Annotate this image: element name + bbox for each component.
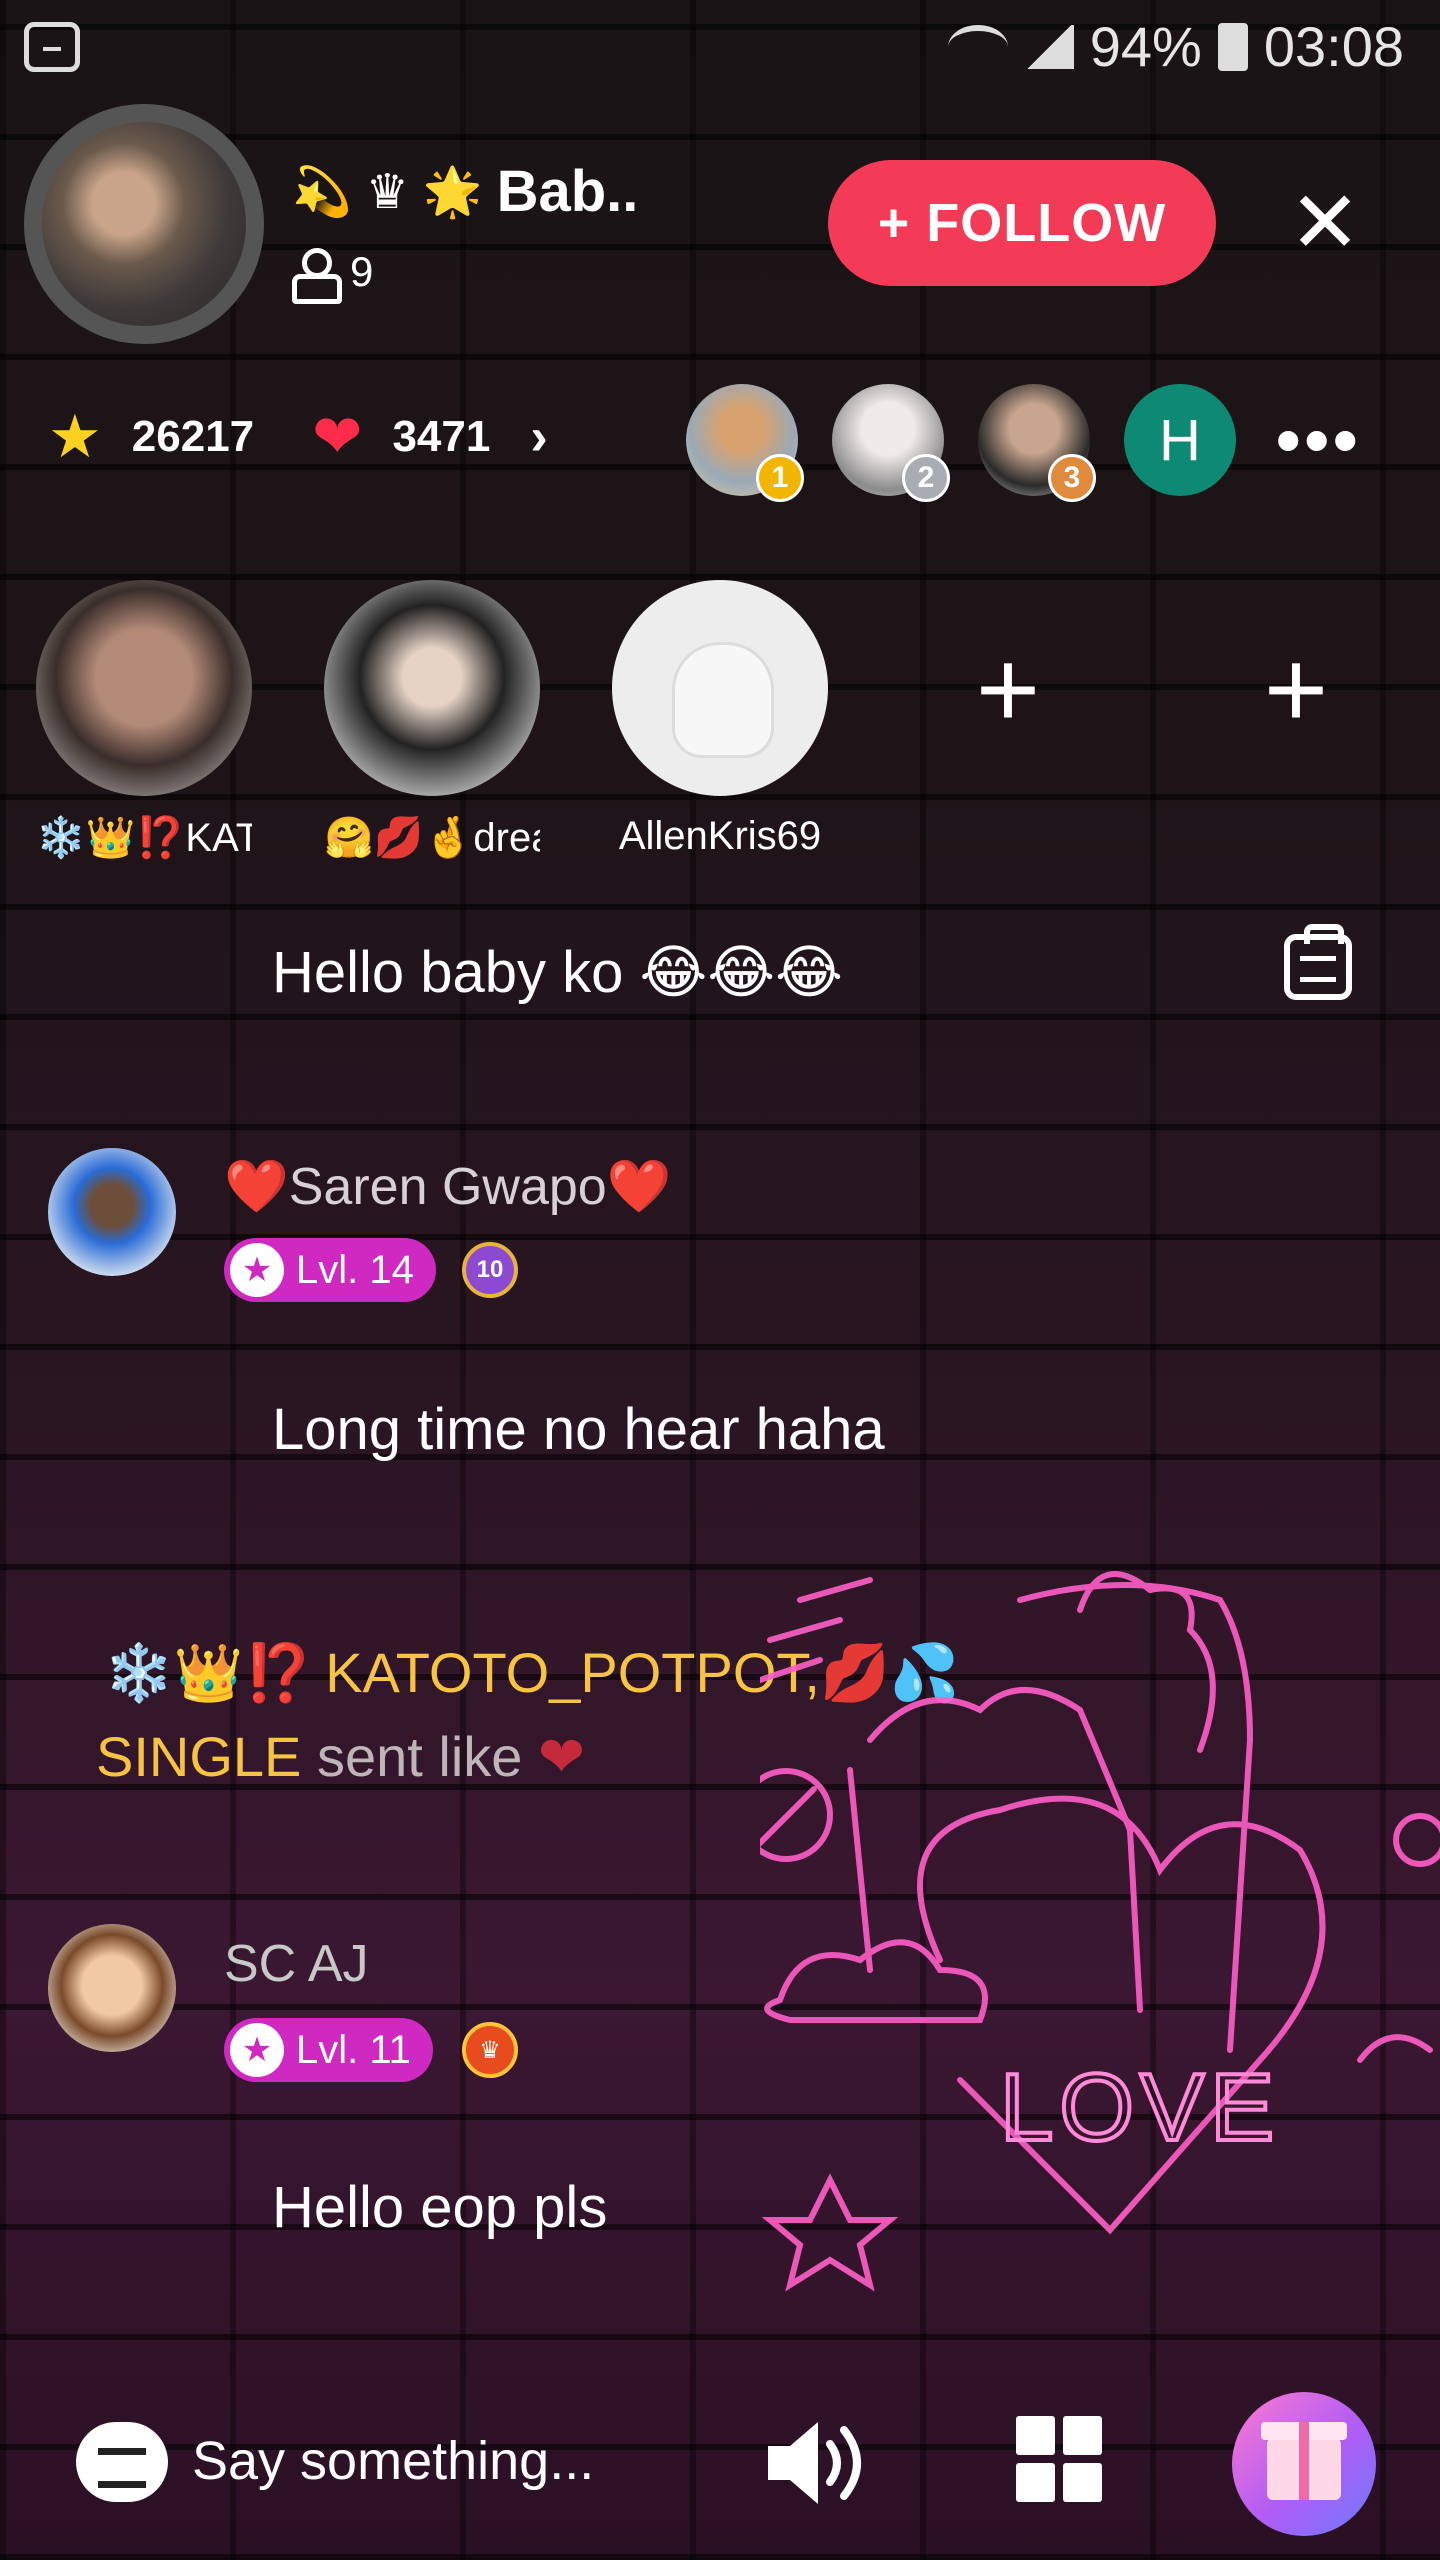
host-avatar[interactable]	[24, 104, 264, 344]
medal-badge-icon: ♛	[462, 2022, 518, 2078]
guest-avatar	[324, 580, 540, 796]
signal-icon	[1023, 24, 1074, 69]
gift-icon	[1261, 2422, 1347, 2500]
medal-badge-icon: 10	[462, 1242, 518, 1298]
host-name-row[interactable]: 💫 ♛ 🌟 Bab..	[292, 158, 638, 225]
chat-user-avatar[interactable]	[48, 1924, 176, 2052]
level-label: Lvl. 11	[296, 2027, 411, 2072]
chat-username[interactable]: SC AJ	[224, 1934, 369, 1994]
rank-badge: 1	[756, 454, 804, 502]
badge-icons: ❄️👑⁉️	[104, 1641, 314, 1704]
top-fan-avatar[interactable]: 2	[832, 384, 950, 502]
app-notification-icon	[24, 22, 80, 72]
star-icon: ★	[48, 403, 102, 470]
clipboard-icon[interactable]	[1284, 924, 1352, 1000]
chat-bubble-icon[interactable]	[76, 2422, 168, 2502]
speaker-icon[interactable]	[764, 2418, 864, 2508]
battery-icon	[1217, 22, 1248, 71]
like-event-user-cont[interactable]: SINGLE	[96, 1725, 301, 1788]
neon-love-text: LOVE	[1000, 2054, 1280, 2161]
like-event-action: sent like	[316, 1725, 523, 1788]
add-seat-plus-icon[interactable]: +	[1246, 635, 1346, 745]
like-event-line-2: SINGLE sent like ❤	[96, 1724, 585, 1790]
host-name: Bab..	[496, 159, 639, 224]
guest-name: AllenKris69	[618, 814, 822, 858]
guest-name: 🤗💋🤞drea...	[324, 816, 540, 860]
grid-menu-icon[interactable]	[1016, 2416, 1102, 2502]
neon-love-bears-decoration: LOVE	[760, 1571, 1440, 2292]
rank-badge: 2	[902, 454, 950, 502]
person-icon	[292, 248, 342, 304]
halo-badge-icon: 💫	[292, 166, 352, 219]
wifi-icon	[947, 24, 1008, 69]
room-stats[interactable]: ★ 26217 ❤ 3471 ›	[48, 402, 548, 472]
top-fan-avatar[interactable]: 3	[978, 384, 1096, 502]
add-seat-plus-icon[interactable]: +	[958, 635, 1058, 745]
guest-seat[interactable]: AllenKris69	[612, 580, 828, 859]
guest-seat[interactable]: ❄️👑⁉️KAT...	[36, 580, 252, 861]
star-badge-icon: 🌟	[422, 166, 483, 219]
status-right: 94% 03:08	[947, 14, 1404, 79]
viewer-count: 9	[292, 248, 374, 304]
level-star-icon: ★	[230, 1243, 284, 1297]
status-bar: 94% 03:08	[0, 0, 1440, 100]
chat-username[interactable]: ❤️Saren Gwapo❤️	[224, 1156, 671, 1217]
top-fans: 1 2 3 H •••	[686, 384, 1362, 502]
guest-name: ❄️👑⁉️KAT...	[36, 816, 252, 860]
clock: 03:08	[1263, 15, 1404, 78]
heart-icon: ❤	[312, 403, 363, 470]
guest-seat[interactable]: 🤗💋🤞drea...	[324, 580, 540, 861]
viewer-avatar-initial[interactable]: H	[1124, 384, 1236, 496]
bear-avatar-icon	[612, 580, 828, 796]
trident-badge-icon: ♛	[365, 165, 409, 219]
chat-message: Hello baby ko 😂😂😂	[272, 940, 843, 1005]
level-badge: ★ Lvl. 11	[224, 2018, 433, 2082]
comment-input[interactable]: Say something...	[192, 2430, 594, 2492]
viewer-count-value: 9	[350, 248, 374, 295]
star-count: 26217	[131, 412, 255, 461]
rank-badge: 3	[1048, 454, 1096, 502]
top-fan-avatar[interactable]: 1	[686, 384, 804, 502]
battery-percent: 94%	[1089, 15, 1202, 78]
gift-button[interactable]	[1232, 2392, 1376, 2536]
level-star-icon: ★	[230, 2023, 284, 2077]
level-label: Lvl. 14	[296, 1247, 414, 1292]
chat-user-avatar[interactable]	[48, 1148, 176, 1276]
chevron-right-icon: ›	[530, 408, 548, 466]
like-count: 3471	[392, 412, 491, 461]
heart-icon: ❤	[537, 1725, 585, 1788]
guest-avatar	[36, 580, 252, 796]
chat-message: Hello eop pls	[272, 2175, 608, 2240]
follow-button[interactable]: + FOLLOW	[828, 160, 1216, 286]
more-options-icon[interactable]: •••	[1276, 405, 1362, 475]
chat-message: Long time no hear haha	[272, 1397, 885, 1462]
close-button[interactable]: ✕	[1280, 178, 1370, 268]
level-badge: ★ Lvl. 14	[224, 1238, 436, 1302]
